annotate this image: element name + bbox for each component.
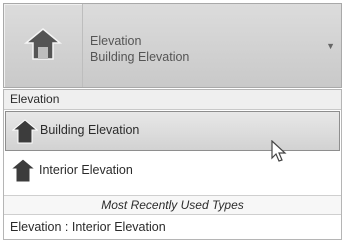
- list-item-building-elevation[interactable]: Building Elevation: [5, 111, 340, 151]
- group-header: Elevation: [4, 90, 341, 110]
- type-name-label: Building Elevation: [90, 50, 190, 64]
- elevation-house-icon: [12, 119, 38, 144]
- type-dropdown-list: Elevation Building Elevation Interior El…: [3, 89, 342, 240]
- type-preview: [4, 4, 83, 87]
- type-selector[interactable]: Elevation Building Elevation ▼: [3, 3, 342, 88]
- mru-header: Most Recently Used Types: [4, 195, 341, 215]
- type-selector-text: Elevation Building Elevation: [90, 33, 189, 65]
- list-item-label: Interior Elevation: [39, 163, 133, 177]
- type-family-label: Elevation: [90, 34, 142, 48]
- elevation-house-icon: [10, 158, 36, 183]
- elevation-house-icon: [23, 28, 63, 60]
- list-item-interior-elevation[interactable]: Interior Elevation: [4, 151, 341, 191]
- dropdown-arrow-icon[interactable]: ▼: [326, 41, 335, 51]
- list-item-label: Building Elevation: [40, 123, 140, 137]
- mouse-pointer-icon: [271, 140, 287, 162]
- mru-item-interior-elevation[interactable]: Elevation : Interior Elevation: [10, 220, 166, 234]
